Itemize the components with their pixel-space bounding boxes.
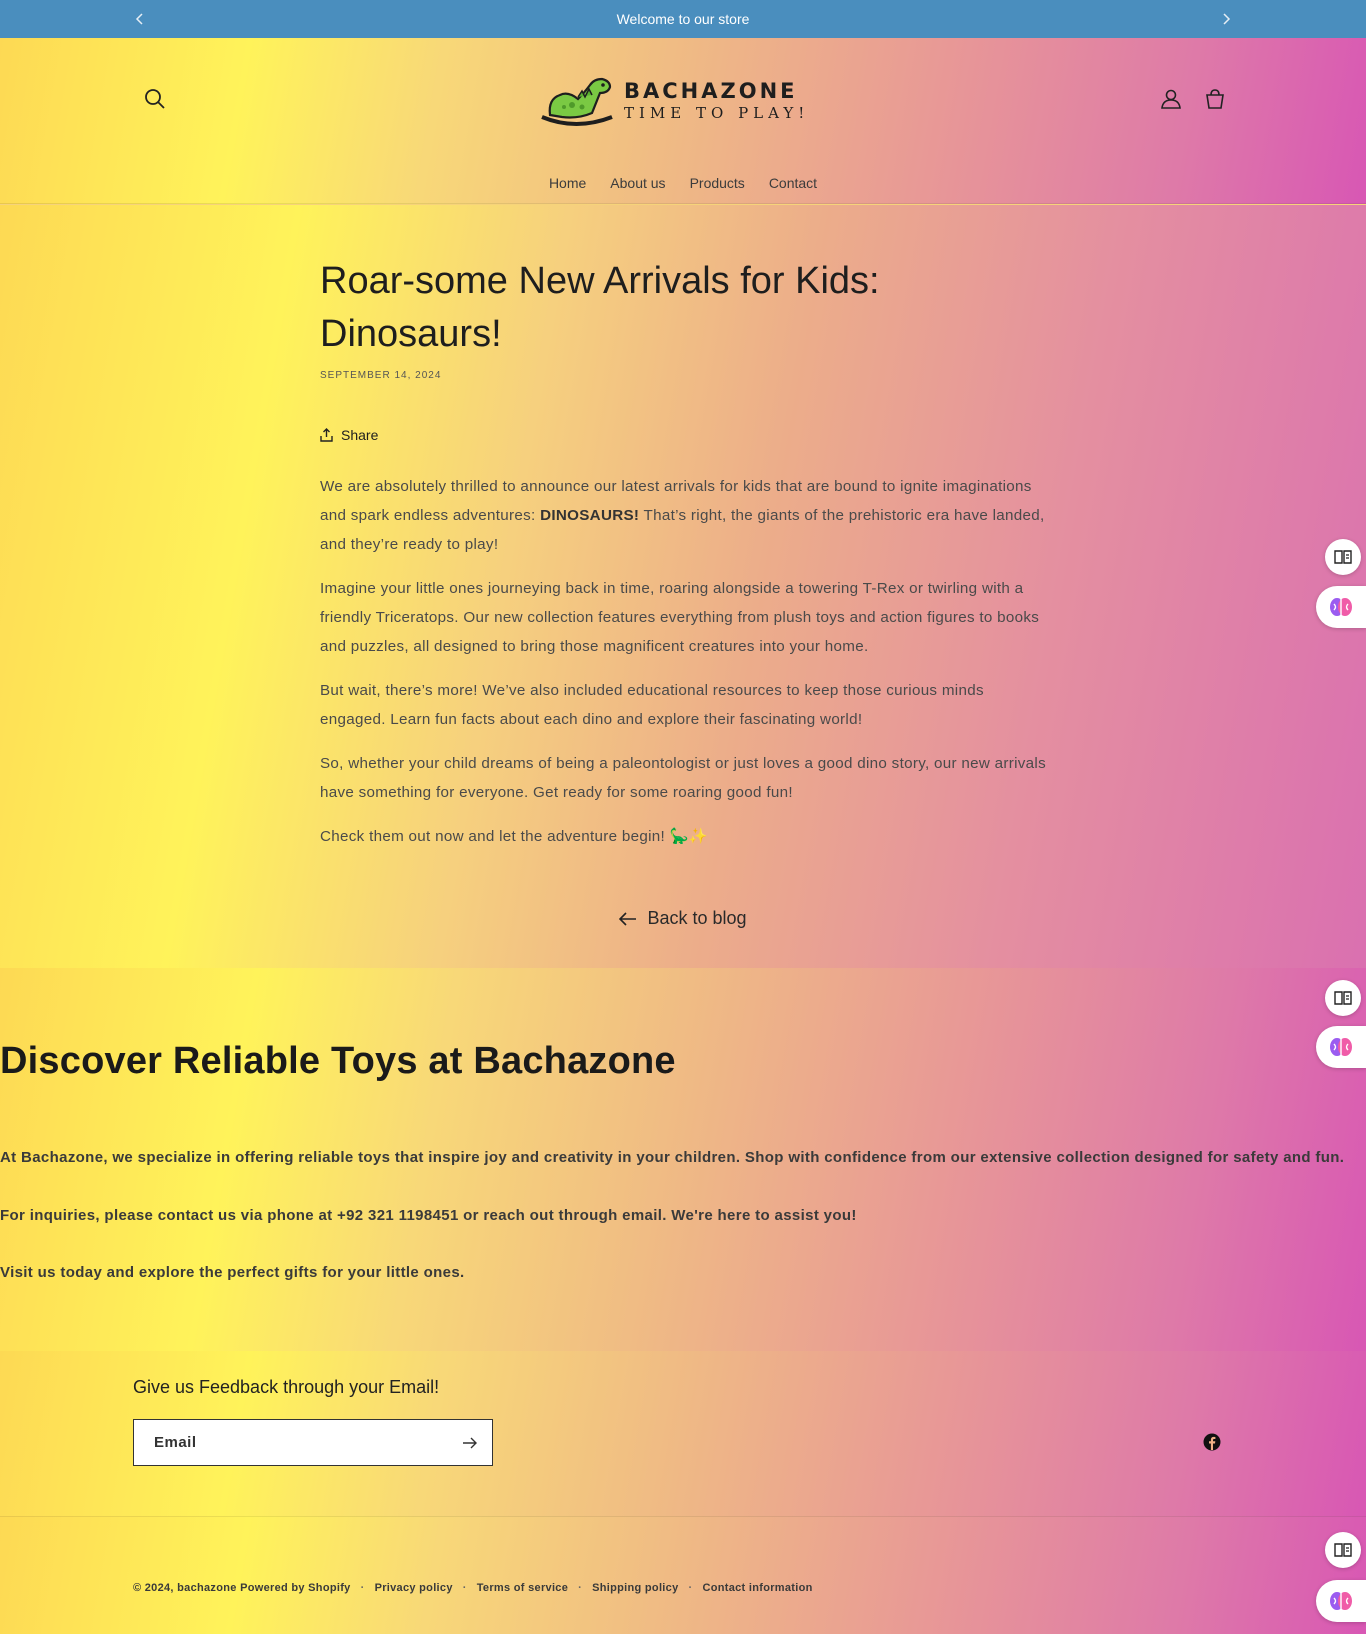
separator-dot: ·: [578, 1582, 583, 1594]
logo-tagline: TIME TO PLAY!: [624, 104, 810, 122]
account-icon[interactable]: [1157, 85, 1185, 113]
nav-item-about-us[interactable]: About us: [610, 175, 665, 191]
brain-icon[interactable]: [1316, 586, 1366, 628]
discover-paragraph: For inquiries, please contact us via pho…: [0, 1207, 857, 1224]
reader-icon[interactable]: [1325, 1532, 1361, 1568]
facebook-icon[interactable]: [1203, 1433, 1221, 1451]
email-field[interactable]: Email: [133, 1419, 493, 1466]
article-section: Roar-some New Arrivals for Kids: Dinosau…: [0, 205, 1366, 968]
site-footer: © 2024, bachazone Powered by Shopify · P…: [0, 1517, 1366, 1634]
article-paragraph: But wait, there’s more! We’ve also inclu…: [320, 682, 984, 728]
subscribe-arrow-icon[interactable]: [460, 1433, 480, 1453]
discover-heading: Discover Reliable Toys at Bachazone: [0, 1040, 676, 1082]
share-icon: [320, 428, 333, 442]
separator-dot: ·: [462, 1582, 467, 1594]
back-to-blog-label: Back to blog: [647, 908, 747, 928]
discover-paragraph: Visit us today and explore the perfect g…: [0, 1264, 465, 1281]
article-body: We are absolutely thrilled to announce o…: [320, 472, 1050, 866]
discover-paragraph: At Bachazone, we specialize in offering …: [0, 1149, 1345, 1166]
nav-item-products[interactable]: Products: [690, 175, 745, 191]
reader-icon[interactable]: [1325, 539, 1361, 575]
article-title: Roar-some New Arrivals for Kids: Dinosau…: [320, 260, 880, 355]
article-paragraph: So, whether your child dreams of being a…: [320, 755, 1046, 801]
footer-links: © 2024, bachazone Powered by Shopify · P…: [133, 1582, 813, 1594]
discover-section: Discover Reliable Toys at Bachazone At B…: [0, 968, 1366, 1351]
article-paragraph: Imagine your little ones journeying back…: [320, 580, 1040, 655]
site-logo[interactable]: BACHAZONE TIME TO PLAY!: [538, 72, 813, 130]
article-paragraph: Check them out now and let the adventure…: [320, 828, 709, 845]
contact-information-link[interactable]: Contact information: [702, 1582, 812, 1594]
separator-dot: ·: [360, 1582, 365, 1594]
terms-of-service-link[interactable]: Terms of service: [477, 1582, 568, 1594]
newsletter-section: Give us Feedback through your Email! Ema…: [0, 1351, 1366, 1517]
site-header: BACHAZONE TIME TO PLAY! Home About us Pr…: [0, 38, 1366, 204]
main-nav: Home About us Products Contact: [0, 175, 1366, 191]
chevron-left-icon[interactable]: [130, 9, 150, 29]
article-date: SEPTEMBER 14, 2024: [320, 370, 442, 381]
email-label: Email: [154, 1434, 197, 1451]
article-paragraph: We are absolutely thrilled to announce o…: [320, 478, 1045, 553]
privacy-policy-link[interactable]: Privacy policy: [375, 1582, 453, 1594]
cart-icon[interactable]: [1201, 85, 1229, 113]
logo-title: BACHAZONE: [624, 79, 798, 103]
bold-highlight: DINOSAURS!: [540, 507, 640, 524]
search-icon[interactable]: [141, 85, 169, 113]
arrow-left-icon: [619, 911, 637, 926]
nav-item-home[interactable]: Home: [549, 175, 586, 191]
powered-by-link[interactable]: Powered by Shopify: [240, 1582, 351, 1594]
shipping-policy-link[interactable]: Shipping policy: [592, 1582, 678, 1594]
copyright-link[interactable]: © 2024, bachazone: [133, 1582, 237, 1594]
dinosaur-logo-icon: [541, 77, 613, 126]
brain-icon[interactable]: [1316, 1580, 1366, 1622]
share-label: Share: [341, 427, 379, 443]
chevron-right-icon[interactable]: [1216, 9, 1236, 29]
nav-item-contact[interactable]: Contact: [769, 175, 817, 191]
reader-icon[interactable]: [1325, 980, 1361, 1016]
announcement-bar: Welcome to our store: [0, 0, 1366, 38]
separator-dot: ·: [688, 1582, 693, 1594]
share-button[interactable]: Share: [320, 427, 378, 443]
newsletter-heading: Give us Feedback through your Email!: [133, 1377, 440, 1397]
announcement-text: Welcome to our store: [616, 11, 750, 27]
brain-icon[interactable]: [1316, 1026, 1366, 1068]
back-to-blog-link[interactable]: Back to blog: [0, 908, 1366, 929]
